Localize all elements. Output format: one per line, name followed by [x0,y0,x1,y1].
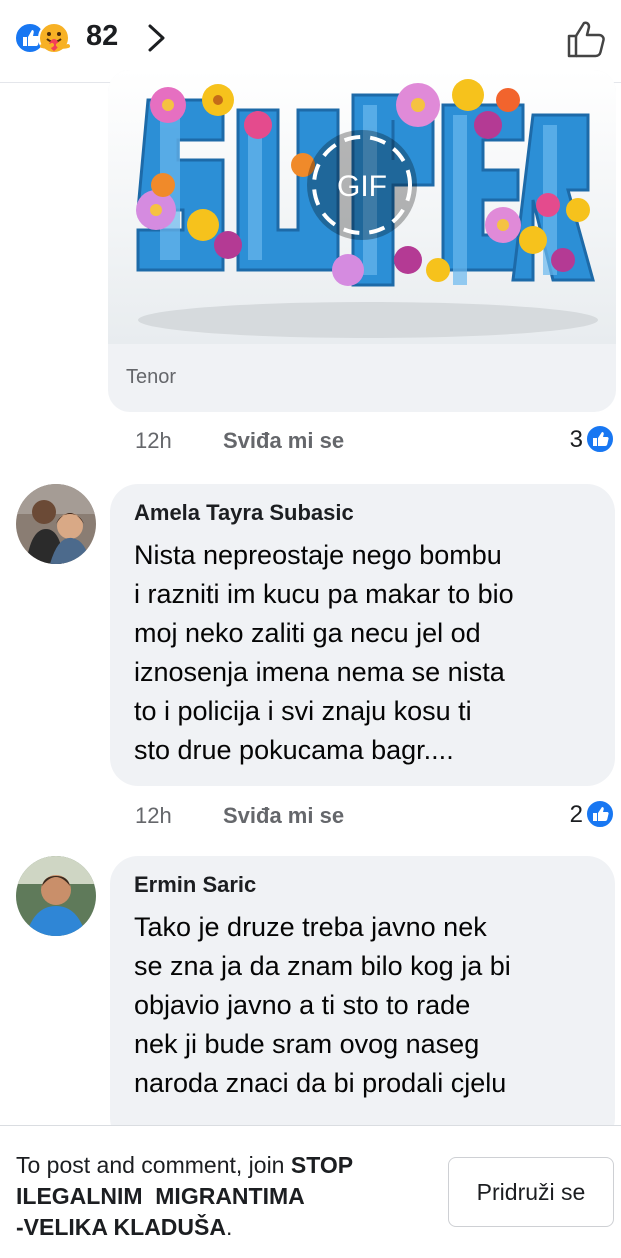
comment-line: Nista nepreostaje nego bombu [134,540,502,570]
like-button[interactable]: Sviđa mi se [223,428,344,454]
comment-bubble[interactable]: Ermin Saric Tako je druze treba javno ne… [110,856,615,1146]
comment-actions: 12h Sviđa mi se 2 [135,799,615,833]
like-count[interactable]: 3 [570,426,583,454]
comment-line: Tako je druze treba javno nek [134,912,487,942]
super-gif-image: GIF [108,70,616,344]
group-name-line2[interactable]: ILEGALNIM MIGRANTIMA [16,1183,305,1209]
comment-time[interactable]: 12h [135,428,172,454]
avatar-photo [16,484,96,564]
comment-bubble[interactable]: Amela Tayra Subasic Nista nepreostaje ne… [110,484,615,786]
like-button[interactable]: Sviđa mi se [223,803,344,829]
like-reaction-icon[interactable] [585,799,615,829]
comment-line: objavio javno a ti sto to rade [134,990,471,1020]
join-prompt-prefix: To post and comment, join [16,1152,291,1178]
chevron-right-icon[interactable] [146,22,168,54]
avatar[interactable] [16,484,96,564]
comment-line: moj neko zaliti ga necu jel od [134,618,481,648]
comment-author[interactable]: Ermin Saric [134,872,256,898]
avatar[interactable] [16,856,96,936]
reaction-icons[interactable] [14,22,84,54]
like-reaction-icon[interactable] [585,424,615,454]
join-prompt: To post and comment, join STOP ILEGALNIM… [16,1150,436,1243]
comment-line: sto drue pokucama bagr.... [134,735,454,765]
gif-attachment[interactable]: GIF Tenor [108,70,616,412]
comment-line: se zna ja da znam bilo kog ja bi [134,951,511,981]
like-count[interactable]: 2 [570,801,583,829]
join-group-button[interactable]: Pridruži se [448,1157,614,1227]
comment-text: Tako je druze treba javno nek se zna ja … [134,908,604,1103]
join-prompt-suffix: . [225,1214,233,1240]
comment-time[interactable]: 12h [135,803,172,829]
comment-line: naroda znaci da bi prodali cjelu [134,1068,507,1098]
like-icon[interactable] [565,16,609,60]
comment-line: i razniti im kucu pa makar to bio [134,579,514,609]
comment-line: nek ji bude sram ovog naseg [134,1029,480,1059]
group-name-line1[interactable]: STOP [291,1152,353,1178]
avatar-photo [16,856,96,936]
gif-comment-actions: 12h Sviđa mi se 3 [135,424,615,458]
comment-line: to i policija i svi znaju kosu ti [134,696,472,726]
care-icon [38,22,70,54]
gif-badge-label: GIF [337,170,387,203]
join-group-footer: To post and comment, join STOP ILEGALNIM… [0,1125,621,1258]
group-name-line3[interactable]: -VELIKA KLADUŠA [16,1214,226,1240]
reaction-count[interactable]: 82 [86,20,118,53]
comment-author[interactable]: Amela Tayra Subasic [134,500,354,526]
comment-line: iznosenja imena nema se nista [134,657,505,687]
gif-source: Tenor [126,366,177,388]
comment-text: Nista nepreostaje nego bombu i razniti i… [134,536,604,770]
